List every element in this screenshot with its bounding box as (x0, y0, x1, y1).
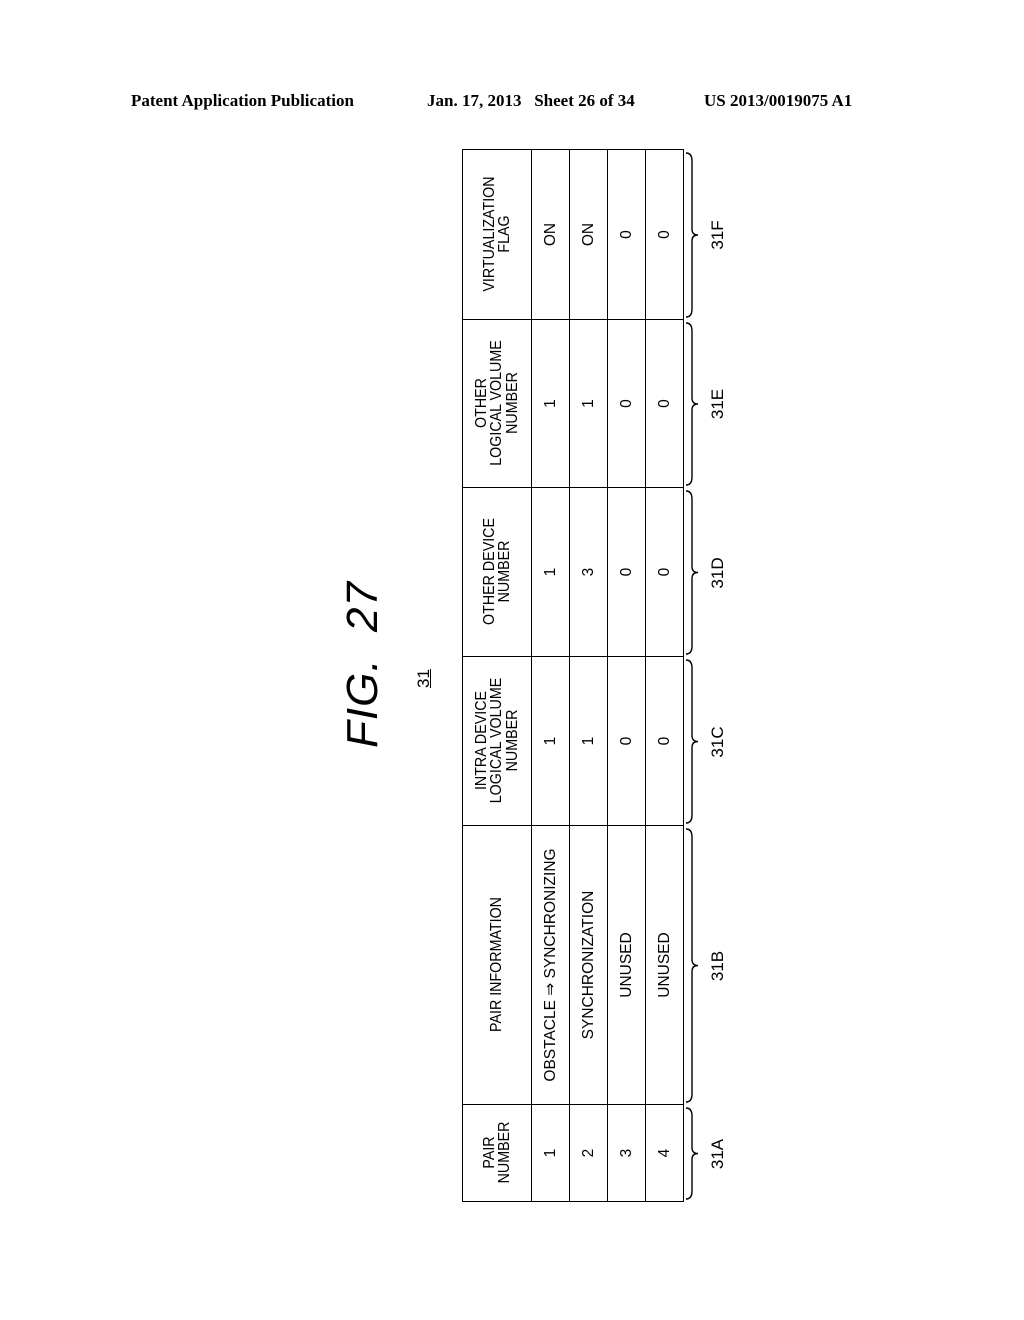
brace-31f (685, 152, 699, 318)
brace-31a (685, 1107, 699, 1200)
column-reference-wrap: 31B (708, 946, 728, 986)
column-reference-31a: 31A (708, 1138, 727, 1169)
column-reference-wrap: 31C (708, 722, 728, 762)
column-reference-wrap: 31D (708, 553, 728, 593)
column-reference-31e: 31E (708, 388, 727, 420)
column-reference-31c: 31C (708, 725, 727, 758)
brace-31b (685, 828, 699, 1103)
column-reference-wrap: 31F (708, 215, 728, 255)
column-reference-31b: 31B (708, 950, 727, 981)
column-reference-wrap: 31E (708, 384, 728, 424)
brace-31d (685, 490, 699, 655)
brace-31c (685, 659, 699, 824)
brace-layer (685, 152, 699, 1200)
column-reference-wrap: 31A (708, 1134, 728, 1174)
column-reference-31d: 31D (708, 556, 727, 589)
column-reference-31f: 31F (708, 220, 727, 250)
brace-31e (685, 322, 699, 486)
